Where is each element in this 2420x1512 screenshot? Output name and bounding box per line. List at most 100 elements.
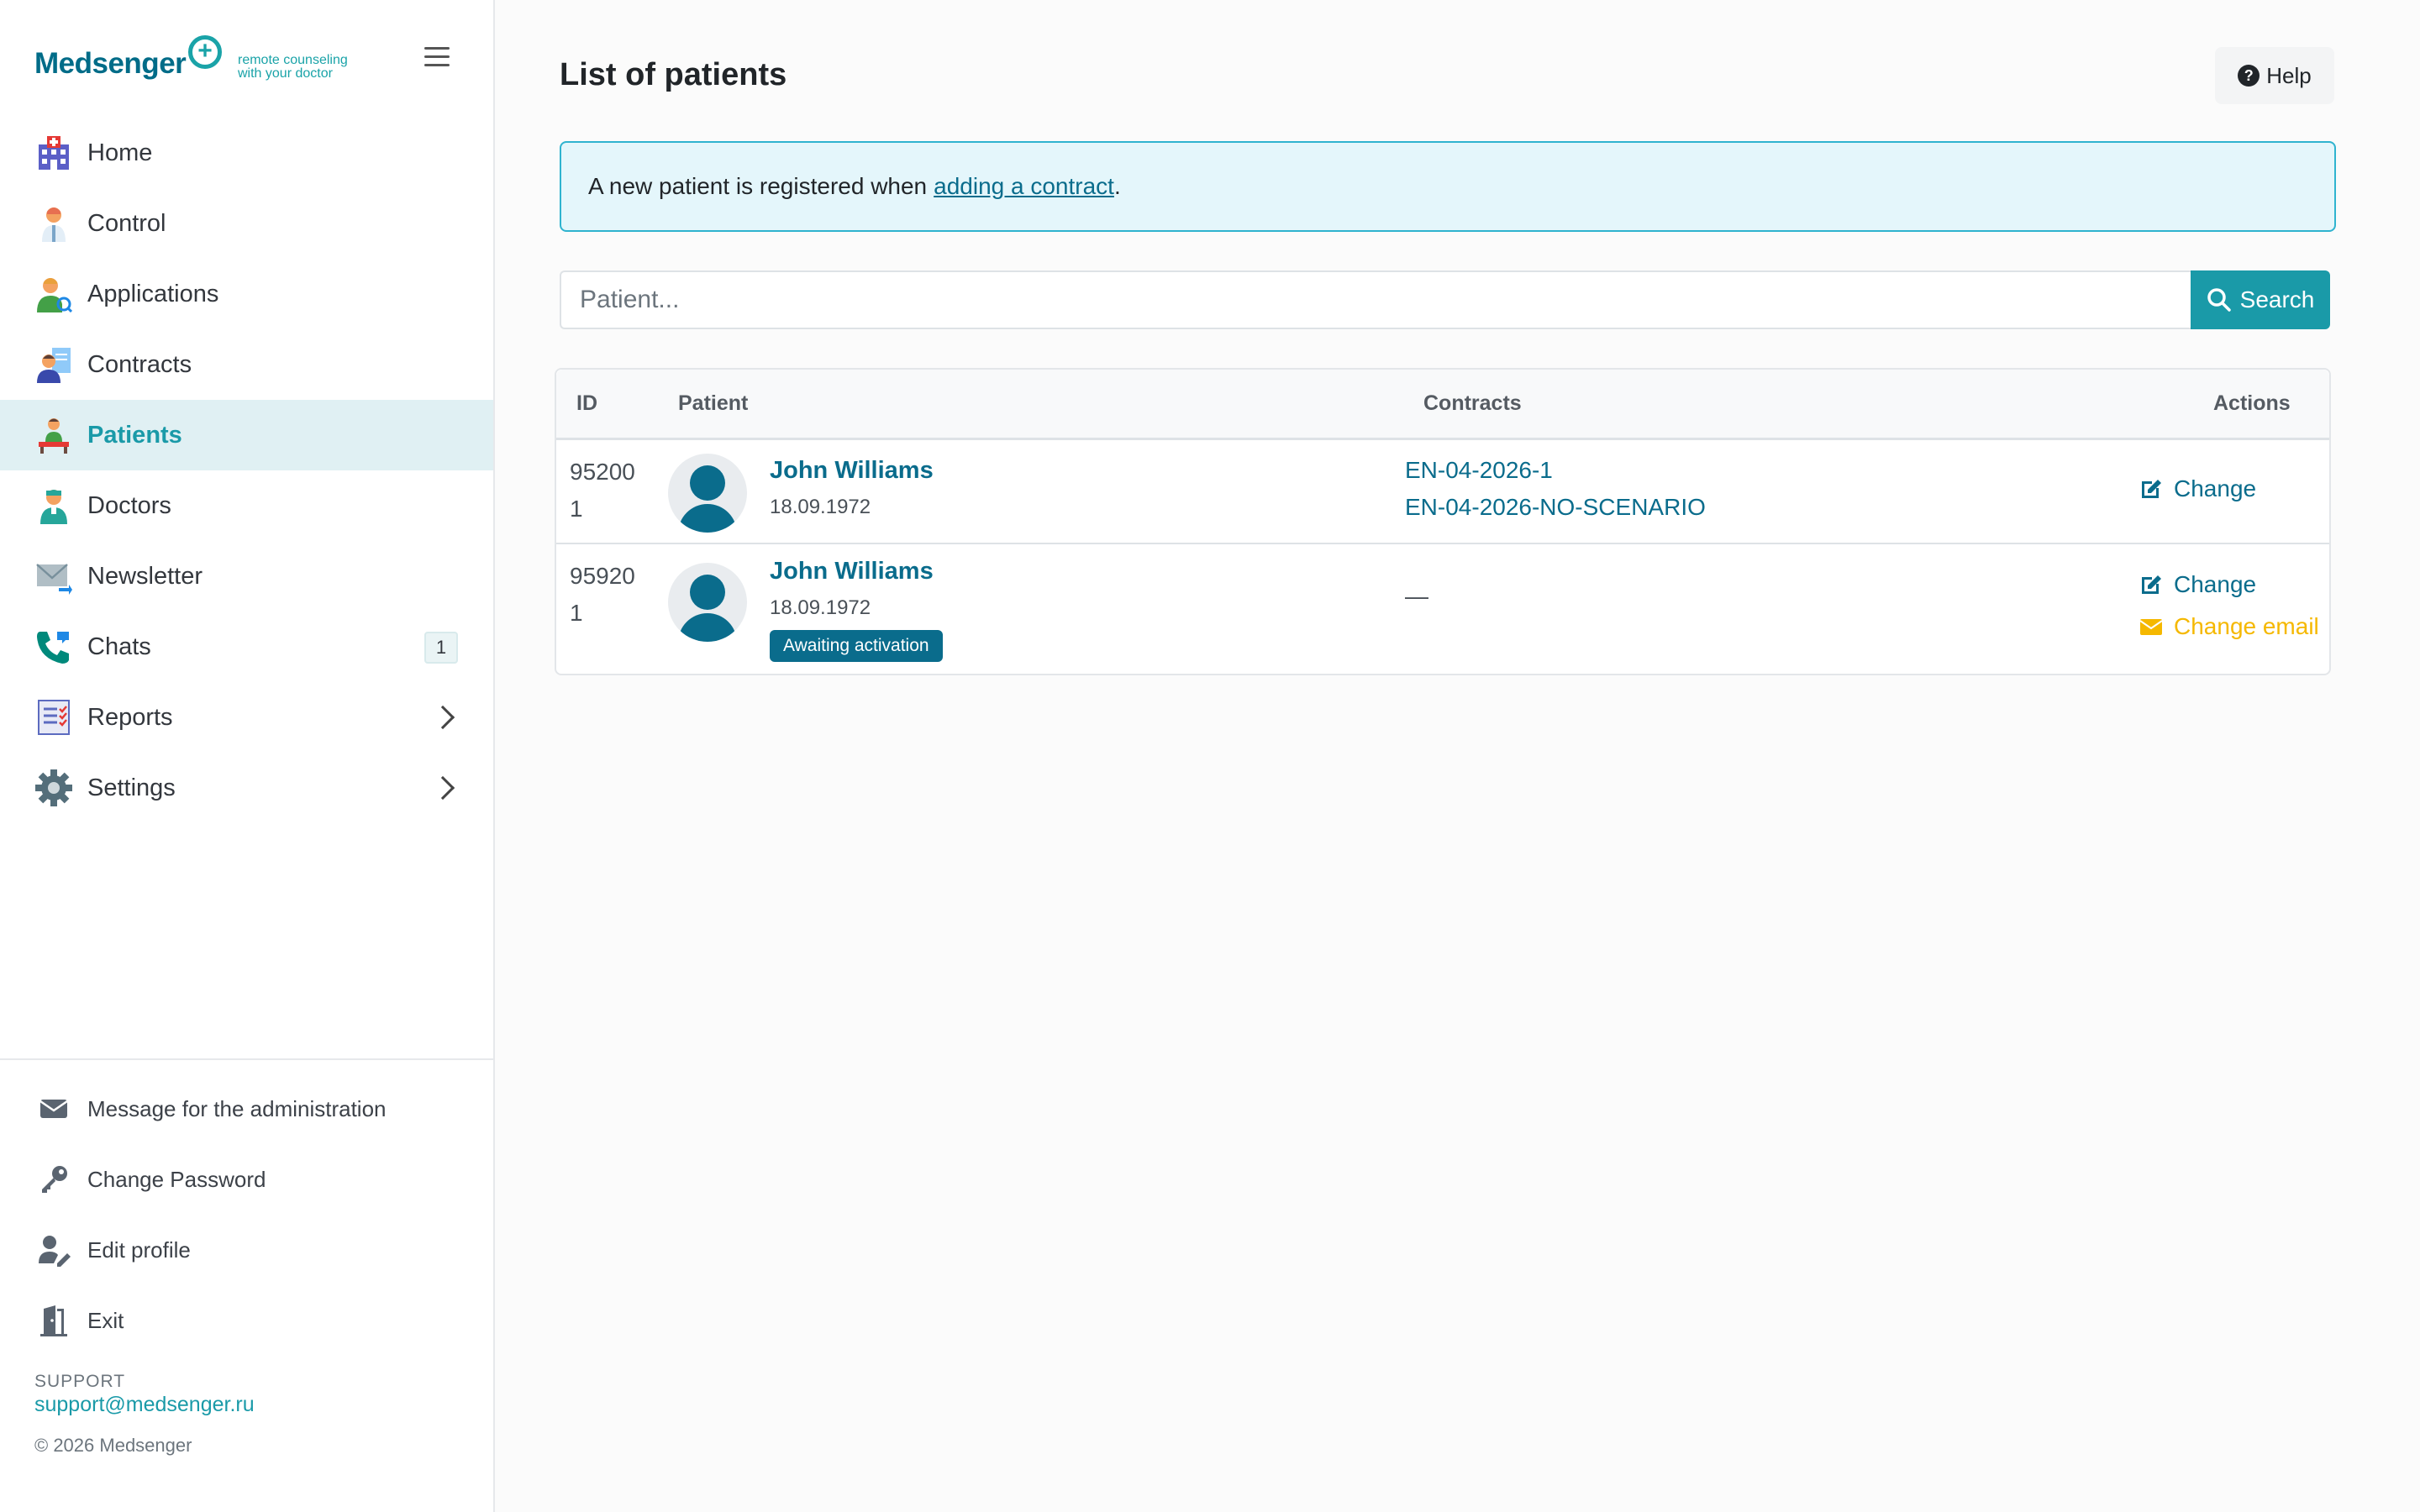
sidebar-item-applications[interactable]: Applications	[0, 259, 493, 329]
logo-plus-icon: +	[188, 35, 222, 69]
search-icon	[2207, 288, 2231, 312]
info-alert: A new patient is registered when adding …	[560, 141, 2336, 232]
gear-icon	[35, 769, 72, 806]
chats-unread-badge: 1	[424, 632, 458, 664]
tagline-line-1: remote counseling	[238, 53, 348, 67]
exit-link[interactable]: Exit	[0, 1285, 493, 1356]
sidebar-item-label: Home	[87, 139, 153, 166]
adding-contract-link[interactable]: adding a contract	[934, 173, 1114, 200]
action-label: Change	[2174, 475, 2257, 501]
change-email-button[interactable]: Change email	[2139, 613, 2319, 640]
medsenger-logo[interactable]: Medsenger + remote counseling with your …	[34, 34, 371, 84]
hospital-icon	[35, 134, 72, 171]
doctor-icon	[35, 205, 72, 242]
contracts-icon	[35, 346, 72, 383]
doctors-icon	[35, 487, 72, 524]
sidebar-item-label: Applications	[87, 280, 219, 307]
column-header-patient: Patient	[678, 391, 749, 415]
change-patient-button[interactable]: Change	[2139, 571, 2256, 598]
menu-toggle-icon[interactable]	[424, 47, 450, 69]
patient-birthdate: 18.09.1972	[770, 596, 871, 619]
bottom-item-label: Change Password	[87, 1166, 266, 1192]
sidebar-item-chats[interactable]: Chats 1	[0, 612, 493, 682]
sidebar-item-label: Newsletter	[87, 562, 203, 590]
sidebar-item-home[interactable]: Home	[0, 118, 493, 188]
bottom-item-label: Message for the administration	[87, 1095, 387, 1121]
alert-text: A new patient is registered when	[588, 173, 928, 199]
no-contracts-dash: —	[1405, 583, 1428, 609]
tagline-line-2: with your doctor	[238, 66, 333, 81]
change-patient-button[interactable]: Change	[2139, 475, 2256, 502]
sidebar-divider	[0, 1058, 493, 1060]
support-email-link[interactable]: support@medsenger.ru	[34, 1393, 255, 1417]
status-badge: Awaiting activation	[770, 630, 943, 662]
support-heading: SUPPORT	[34, 1372, 126, 1391]
logo-tagline: remote counseling with your doctor	[238, 54, 372, 81]
sidebar-item-doctors[interactable]: Doctors	[0, 470, 493, 541]
contract-link[interactable]: EN-04-2026-1	[1405, 457, 1553, 484]
sidebar-item-settings[interactable]: Settings	[0, 753, 493, 823]
sidebar-item-reports[interactable]: Reports	[0, 682, 493, 753]
envelope-icon	[2139, 614, 2164, 639]
door-exit-icon	[37, 1304, 71, 1337]
question-circle-icon: ?	[2238, 65, 2260, 87]
sidebar-item-label: Contracts	[87, 350, 192, 378]
sidebar-item-label: Doctors	[87, 491, 171, 519]
patient-id: 952001	[570, 459, 635, 522]
sidebar-item-label: Settings	[87, 774, 176, 801]
sidebar-item-label: Chats	[87, 633, 151, 660]
column-header-contracts: Contracts	[1423, 391, 1522, 415]
column-header-id: ID	[576, 391, 597, 415]
chevron-right-icon	[430, 705, 455, 730]
sidebar-item-label: Patients	[87, 421, 182, 449]
patients-icon	[35, 417, 72, 454]
sidebar-item-label: Control	[87, 209, 166, 237]
change-password-link[interactable]: Change Password	[0, 1144, 493, 1215]
column-header-actions: Actions	[2213, 391, 2291, 415]
user-edit-icon	[37, 1233, 71, 1267]
chevron-right-icon	[430, 775, 455, 801]
account-nav: Message for the administration Change Pa…	[0, 1074, 493, 1356]
edit-profile-link[interactable]: Edit profile	[0, 1215, 493, 1285]
bottom-item-label: Exit	[87, 1307, 124, 1333]
search-button[interactable]: Search	[2191, 270, 2330, 329]
sidebar-item-contracts[interactable]: Contracts	[0, 329, 493, 400]
table-row: 952001 John Williams 18.09.1972 EN-04-20…	[556, 442, 2329, 544]
avatar	[668, 563, 747, 642]
message-admin-link[interactable]: Message for the administration	[0, 1074, 493, 1144]
sidebar-item-control[interactable]: Control	[0, 188, 493, 259]
search-button-label: Search	[2239, 286, 2315, 312]
avatar	[668, 454, 747, 533]
logo-wordmark: Medsenger	[34, 47, 187, 80]
sidebar-item-newsletter[interactable]: Newsletter	[0, 541, 493, 612]
key-icon	[37, 1163, 71, 1196]
contract-link[interactable]: EN-04-2026-NO-SCENARIO	[1405, 494, 1706, 521]
patient-name-link[interactable]: John Williams	[770, 558, 934, 585]
edit-icon	[2139, 476, 2164, 501]
edit-icon	[2139, 572, 2164, 597]
patient-id: 959201	[570, 563, 635, 626]
help-button[interactable]: ? Help	[2215, 47, 2334, 104]
sidebar: Medsenger + remote counseling with your …	[0, 0, 495, 1512]
patient-name-link[interactable]: John Williams	[770, 457, 934, 485]
patient-search-input[interactable]	[560, 270, 2191, 329]
action-label: Change email	[2174, 613, 2319, 639]
bottom-item-label: Edit profile	[87, 1236, 191, 1263]
patient-birthdate: 18.09.1972	[770, 496, 871, 518]
envelope-icon	[37, 1092, 71, 1126]
sidebar-item-label: Reports	[87, 703, 173, 731]
action-label: Change	[2174, 571, 2257, 597]
newsletter-icon	[35, 558, 72, 595]
table-header: ID Patient Contracts Actions	[556, 370, 2329, 440]
sidebar-item-patients[interactable]: Patients	[0, 400, 493, 470]
applications-icon	[35, 276, 73, 313]
page-title: List of patients	[560, 57, 787, 92]
report-icon	[35, 699, 72, 736]
copyright-text: © 2026 Medsenger	[34, 1435, 192, 1456]
phone-icon	[35, 628, 72, 665]
table-row: 959201 John Williams 18.09.1972 Awaiting…	[556, 546, 2329, 674]
main-nav: Home Control Applications Contracts Pati…	[0, 118, 493, 823]
alert-period: .	[1113, 173, 1121, 199]
patients-table: ID Patient Contracts Actions 952001 John…	[555, 368, 2331, 675]
help-button-label: Help	[2266, 62, 2312, 88]
